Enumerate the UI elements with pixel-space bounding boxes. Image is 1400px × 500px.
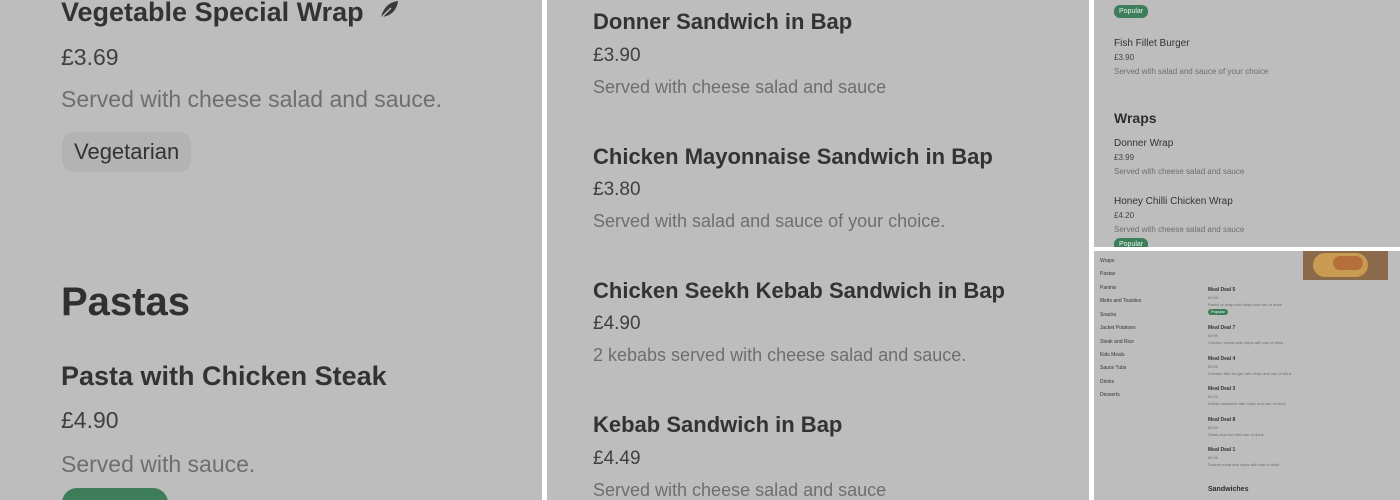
sidebar-item-kids-meals[interactable]: Kids Meals <box>1100 352 1124 358</box>
menu-item-description: Donner meat and chips with can of drink <box>1208 462 1280 467</box>
menu-zoom-panel-3: Popular Fish Fillet Burger £3.90 Served … <box>1094 0 1400 247</box>
menu-item-name[interactable]: Fish Fillet Burger <box>1114 38 1190 49</box>
menu-item-description: 2 kebabs served with cheese salad and sa… <box>593 345 967 365</box>
menu-item-description: Served with cheese salad and sauce <box>593 480 887 500</box>
menu-item-price: £6.20 <box>1208 394 1219 399</box>
menu-zoom-panel-1: Vegetable Special Wrap £3.69 Served with… <box>0 0 542 500</box>
menu-item-card[interactable]: Vegetable Special Wrap <box>61 0 401 29</box>
menu-overview-panel: Wraps Pastas Paninis Melts and Toasties … <box>1094 251 1400 500</box>
section-heading: Pastas <box>61 280 190 324</box>
popular-badge: Popular <box>1114 238 1149 247</box>
menu-item-price: £5.99 <box>1208 364 1219 369</box>
menu-item-name[interactable]: Chicken Seekh Kebab Sandwich in Bap <box>593 278 1005 304</box>
menu-item-price: £5.49 <box>1208 455 1219 460</box>
menu-item-price: £3.80 <box>593 179 641 200</box>
menu-item-description: Chicken fillet burger with chips and can… <box>1208 371 1292 376</box>
sidebar-item-steak-rice[interactable]: Steak and Rice <box>1100 339 1134 345</box>
menu-item-price: £4.90 <box>593 313 641 334</box>
menu-item-name: Vegetable Special Wrap <box>61 0 364 27</box>
menu-item-description: Served with cheese salad and sauce <box>1114 225 1245 234</box>
menu-item-name[interactable]: Meal Deal 3 <box>1208 386 1235 392</box>
menu-item-price: £3.99 <box>1114 153 1135 162</box>
menu-item-name[interactable]: Chicken Mayonnaise Sandwich in Bap <box>593 144 993 170</box>
menu-item-name[interactable]: Donner Wrap <box>1114 138 1173 149</box>
menu-item-description: Served with sauce. <box>61 451 256 477</box>
menu-item-price: £3.90 <box>593 45 641 66</box>
menu-item-price: £4.49 <box>593 448 641 469</box>
menu-item-description: Served with cheese salad and sauce <box>593 77 887 97</box>
menu-item-price: £5.90 <box>1208 295 1219 300</box>
menu-item-name[interactable]: Meal Deal 5 <box>1208 287 1235 293</box>
sidebar-item-paninis[interactable]: Paninis <box>1100 285 1116 291</box>
menu-item-name[interactable]: Meal Deal 8 <box>1208 417 1235 423</box>
menu-item-name[interactable]: Meal Deal 1 <box>1208 447 1235 453</box>
menu-item-description: Chicken breast with chips with can of dr… <box>1208 340 1284 345</box>
menu-item-price: £4.90 <box>61 407 119 433</box>
menu-item-description: Kebab sandwich with chips and can of dri… <box>1208 401 1286 406</box>
menu-item-price: £3.90 <box>1114 53 1135 62</box>
menu-item-description: Served with cheese salad and sauce <box>1114 167 1245 176</box>
menu-item-description: Panini or wrap with chips and can of dri… <box>1208 302 1282 307</box>
section-heading: Wraps <box>1114 110 1157 126</box>
menu-item-name[interactable]: Kebab Sandwich in Bap <box>593 412 842 438</box>
sidebar-item-pastas[interactable]: Pastas <box>1100 271 1115 277</box>
section-heading: Sandwiches <box>1208 486 1249 493</box>
menu-item-price: £4.20 <box>1114 211 1135 220</box>
vegetarian-badge: Vegetarian <box>62 132 192 172</box>
sidebar-item-sauce-tubs[interactable]: Sauce Tubs <box>1100 365 1126 371</box>
menu-item-description: Served with salad and sauce of your choi… <box>593 211 946 231</box>
menu-item-name[interactable]: Meal Deal 4 <box>1208 356 1235 362</box>
sidebar-item-melts[interactable]: Melts and Toasties <box>1100 298 1141 304</box>
menu-item-name[interactable]: Pasta with Chicken Steak <box>61 361 387 392</box>
sidebar-item-desserts[interactable]: Desserts <box>1100 392 1120 398</box>
food-photo-icon <box>1303 251 1388 280</box>
sidebar-item-drinks[interactable]: Drinks <box>1100 379 1114 385</box>
popular-badge: Popular <box>1208 309 1228 315</box>
menu-item-price: £6.99 <box>1208 425 1219 430</box>
menu-item-price: £6.90 <box>1208 333 1219 338</box>
menu-item-name[interactable]: Meal Deal 7 <box>1208 325 1235 331</box>
menu-item-price: £3.69 <box>61 44 119 70</box>
sidebar-item-wraps[interactable]: Wraps <box>1100 258 1114 264</box>
menu-zoom-panel-2: Donner Sandwich in Bap £3.90 Served with… <box>547 0 1089 500</box>
sidebar-item-jacket-potatoes[interactable]: Jacket Potatoes <box>1100 325 1136 331</box>
menu-item-name[interactable]: Honey Chilli Chicken Wrap <box>1114 196 1233 207</box>
popular-badge: Popular <box>1114 5 1149 18</box>
leaf-icon <box>377 0 401 29</box>
menu-item-name[interactable]: Donner Sandwich in Bap <box>593 9 852 35</box>
menu-item-description: Served with salad and sauce of your choi… <box>1114 67 1269 76</box>
menu-item-description: Steak and rice with can of drink <box>1208 432 1264 437</box>
menu-item-description: Served with cheese salad and sauce. <box>61 86 443 112</box>
popular-badge <box>62 488 168 500</box>
sidebar-item-snacks[interactable]: Snacks <box>1100 312 1116 318</box>
